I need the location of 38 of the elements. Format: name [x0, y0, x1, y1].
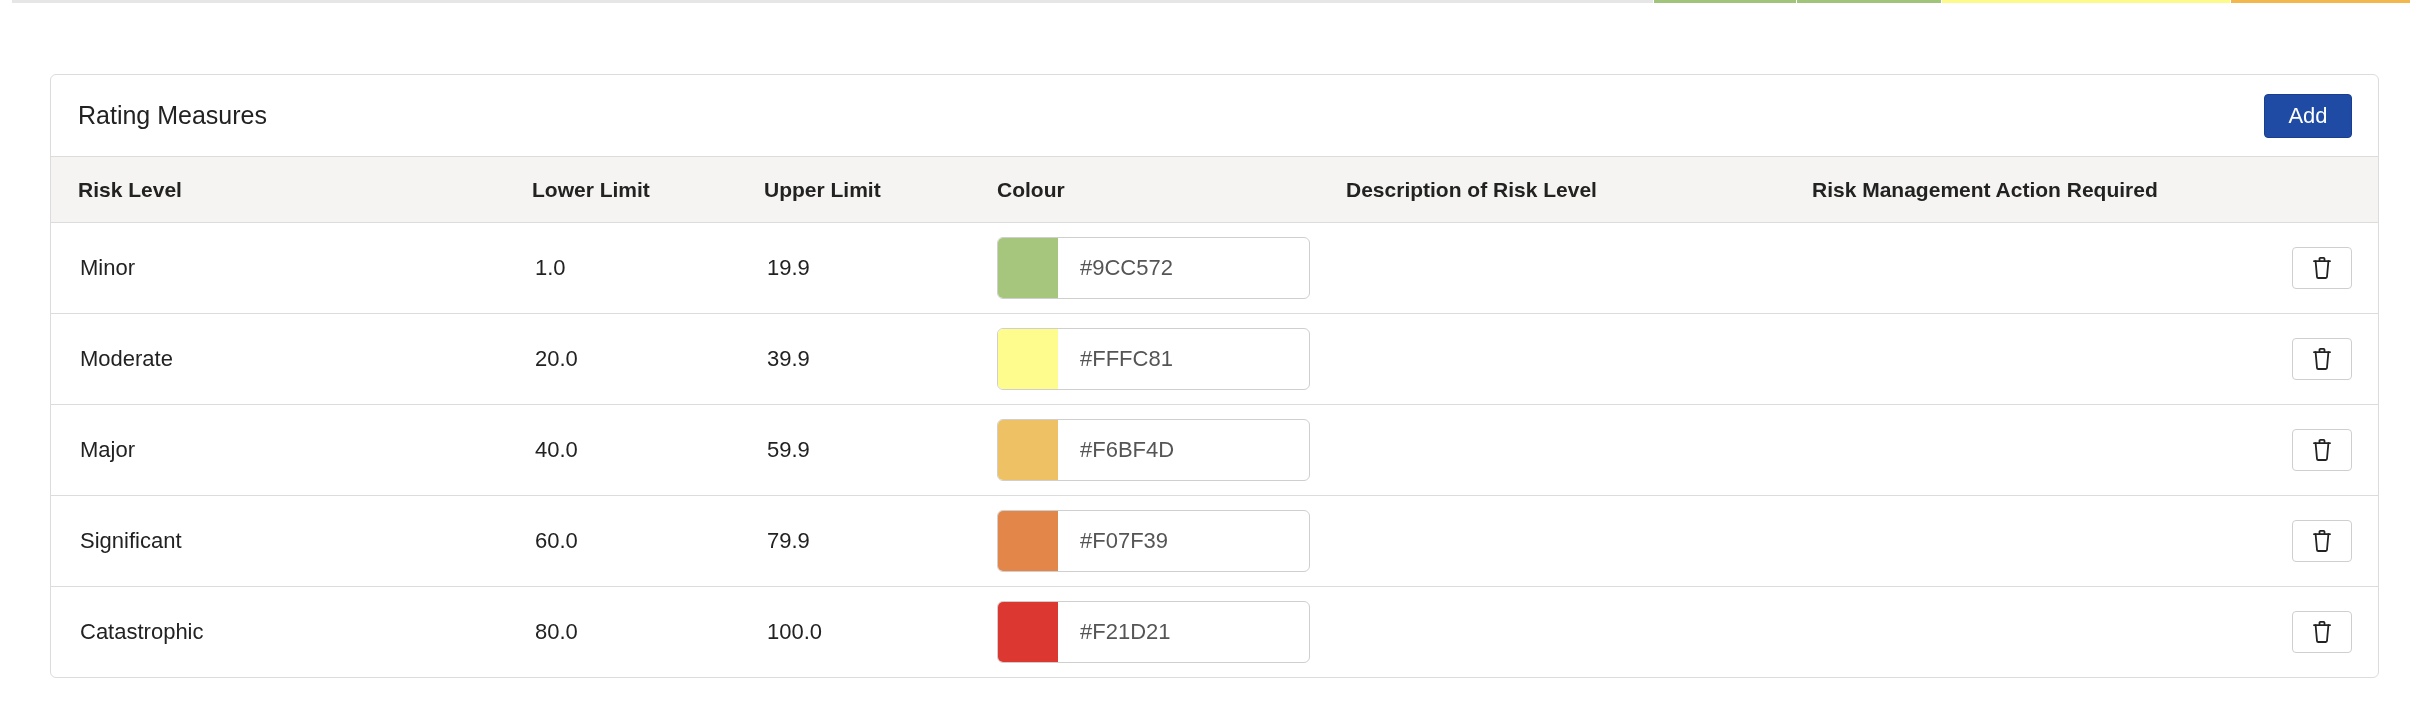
colour-input-field[interactable]: #FFFC81: [997, 328, 1310, 390]
colour-input-field[interactable]: #F6BF4D: [997, 419, 1310, 481]
column-header: Lower Limit: [532, 177, 651, 202]
column-header: Upper Limit: [764, 177, 882, 202]
column-header: Description of Risk Level: [1346, 177, 1598, 202]
table-cell: 80.0: [535, 619, 578, 644]
trash-icon: [2313, 530, 2331, 552]
table-cell: 60.0: [535, 528, 578, 553]
trash-icon: [2313, 439, 2331, 461]
table-cell: Catastrophic: [80, 619, 204, 644]
column-header: Colour: [997, 177, 1066, 202]
table-cell: 1.0: [535, 255, 566, 280]
table-cell: Moderate: [80, 346, 173, 371]
colour-input-field[interactable]: #9CC572: [997, 237, 1310, 299]
table-cell: Significant: [80, 528, 182, 553]
column-header: Risk Level: [78, 177, 183, 202]
trash-icon: [2313, 348, 2331, 370]
colour-input-field[interactable]: #F07F39: [997, 510, 1310, 572]
table-cell: 40.0: [535, 437, 578, 462]
table-cell: 19.9: [767, 255, 810, 280]
table-cell: Major: [80, 437, 135, 462]
trash-icon: [2313, 621, 2331, 643]
table-cell: 79.9: [767, 528, 810, 553]
table-cell: 100.0: [767, 619, 823, 644]
table-cell: 59.9: [767, 437, 810, 462]
delete-button[interactable]: [2292, 611, 2352, 653]
delete-button[interactable]: [2292, 338, 2352, 380]
delete-button[interactable]: [2292, 520, 2352, 562]
trash-icon: [2313, 257, 2331, 279]
column-header: Risk Management Action Required: [1812, 177, 2159, 202]
colour-input-field[interactable]: #F21D21: [997, 601, 1310, 663]
table-cell: Minor: [80, 255, 135, 280]
table-cell: 20.0: [535, 346, 578, 371]
card-title: Rating Measures: [78, 101, 267, 130]
table-cell: 39.9: [767, 346, 810, 371]
delete-button[interactable]: [2292, 247, 2352, 289]
delete-button[interactable]: [2292, 429, 2352, 471]
add-button[interactable]: Add: [2264, 93, 2352, 138]
